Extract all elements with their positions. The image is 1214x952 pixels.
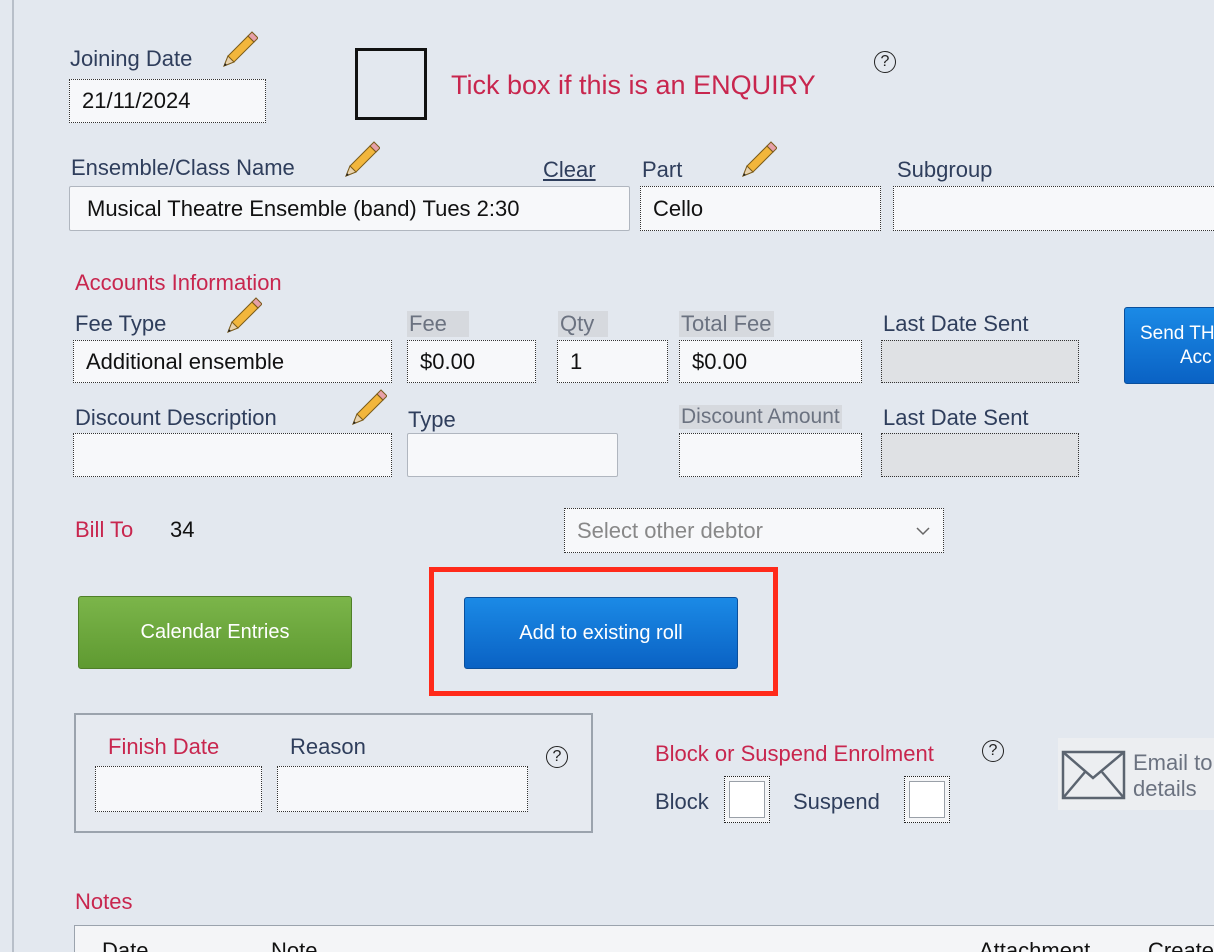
chevron-down-icon (916, 526, 930, 535)
fee-type-label: Fee Type (75, 311, 167, 336)
pencil-icon[interactable] (347, 386, 387, 430)
accounts-heading: Accounts Information (75, 270, 282, 295)
calendar-entries-button[interactable]: Calendar Entries (78, 596, 352, 669)
notes-heading: Notes (75, 889, 133, 914)
envelope-icon (1061, 750, 1126, 800)
pencil-icon[interactable] (340, 138, 380, 182)
type-label: Type (408, 407, 456, 432)
notes-column-date: Date (102, 938, 149, 952)
send-button-line2: Acc (1180, 346, 1212, 368)
part-field[interactable]: Cello (640, 186, 881, 231)
ensemble-field[interactable]: Musical Theatre Ensemble (band) Tues 2:3… (69, 186, 630, 231)
finish-date-label: Finish Date (108, 734, 220, 759)
enquiry-checkbox[interactable] (355, 48, 427, 120)
bill-to-label: Bill To (75, 517, 134, 542)
part-label: Part (642, 157, 683, 182)
debtor-select-placeholder: Select other debtor (577, 517, 763, 543)
discount-description-field[interactable] (73, 433, 392, 477)
qty-label: Qty (558, 311, 608, 337)
discount-amount-field[interactable] (679, 433, 862, 477)
enquiry-label: Tick box if this is an ENQUIRY (451, 70, 816, 100)
ensemble-label: Ensemble/Class Name (71, 155, 295, 180)
qty-field[interactable]: 1 (557, 340, 668, 383)
type-field[interactable] (407, 433, 618, 477)
fee-field[interactable]: $0.00 (407, 340, 536, 383)
suspend-label: Suspend (793, 789, 880, 814)
notes-table: Date Note Attachment Create (74, 925, 1214, 952)
fee-label: Fee (407, 311, 469, 337)
email-line1: Email to (1133, 750, 1213, 775)
clear-link[interactable]: Clear (543, 157, 596, 183)
last-date-sent-field (881, 433, 1079, 477)
notes-column-created: Create (1148, 938, 1214, 952)
last-date-sent-label: Last Date Sent (883, 311, 1029, 336)
send-button-line1: Send TH (1140, 322, 1214, 344)
discount-description-label: Discount Description (75, 405, 277, 430)
notes-column-attachment: Attachment (979, 938, 1091, 952)
suspend-checkbox[interactable] (904, 776, 950, 823)
left-border (12, 0, 14, 952)
discount-amount-label: Discount Amount (679, 405, 842, 429)
block-label: Block (655, 789, 709, 814)
last-date-sent-label: Last Date Sent (883, 405, 1029, 430)
joining-date-field[interactable]: 21/11/2024 (69, 79, 266, 123)
help-icon[interactable]: ? (546, 746, 568, 768)
pencil-icon[interactable] (737, 138, 777, 182)
last-date-sent-field (881, 340, 1079, 383)
block-checkbox[interactable] (724, 776, 770, 823)
subgroup-field[interactable] (893, 186, 1214, 231)
total-fee-label: Total Fee (679, 311, 774, 337)
help-icon[interactable]: ? (874, 51, 896, 73)
email-line2: details (1133, 776, 1197, 801)
joining-date-label: Joining Date (70, 46, 193, 71)
send-accounts-button[interactable]: Send TH Acc (1124, 307, 1214, 384)
add-to-existing-roll-button[interactable]: Add to existing roll (464, 597, 738, 669)
bill-to-value: 34 (170, 517, 195, 542)
help-icon[interactable]: ? (982, 740, 1004, 762)
total-fee-field[interactable]: $0.00 (679, 340, 862, 383)
subgroup-label: Subgroup (897, 157, 993, 182)
reason-field[interactable] (277, 766, 528, 812)
notes-column-note: Note (271, 938, 318, 952)
pencil-icon[interactable] (218, 28, 258, 72)
debtor-select[interactable]: Select other debtor (564, 508, 944, 553)
reason-label: Reason (290, 734, 366, 759)
block-suspend-heading: Block or Suspend Enrolment (655, 741, 934, 766)
fee-type-field[interactable]: Additional ensemble (73, 340, 392, 383)
pencil-icon[interactable] (222, 294, 262, 338)
finish-date-field[interactable] (95, 766, 262, 812)
